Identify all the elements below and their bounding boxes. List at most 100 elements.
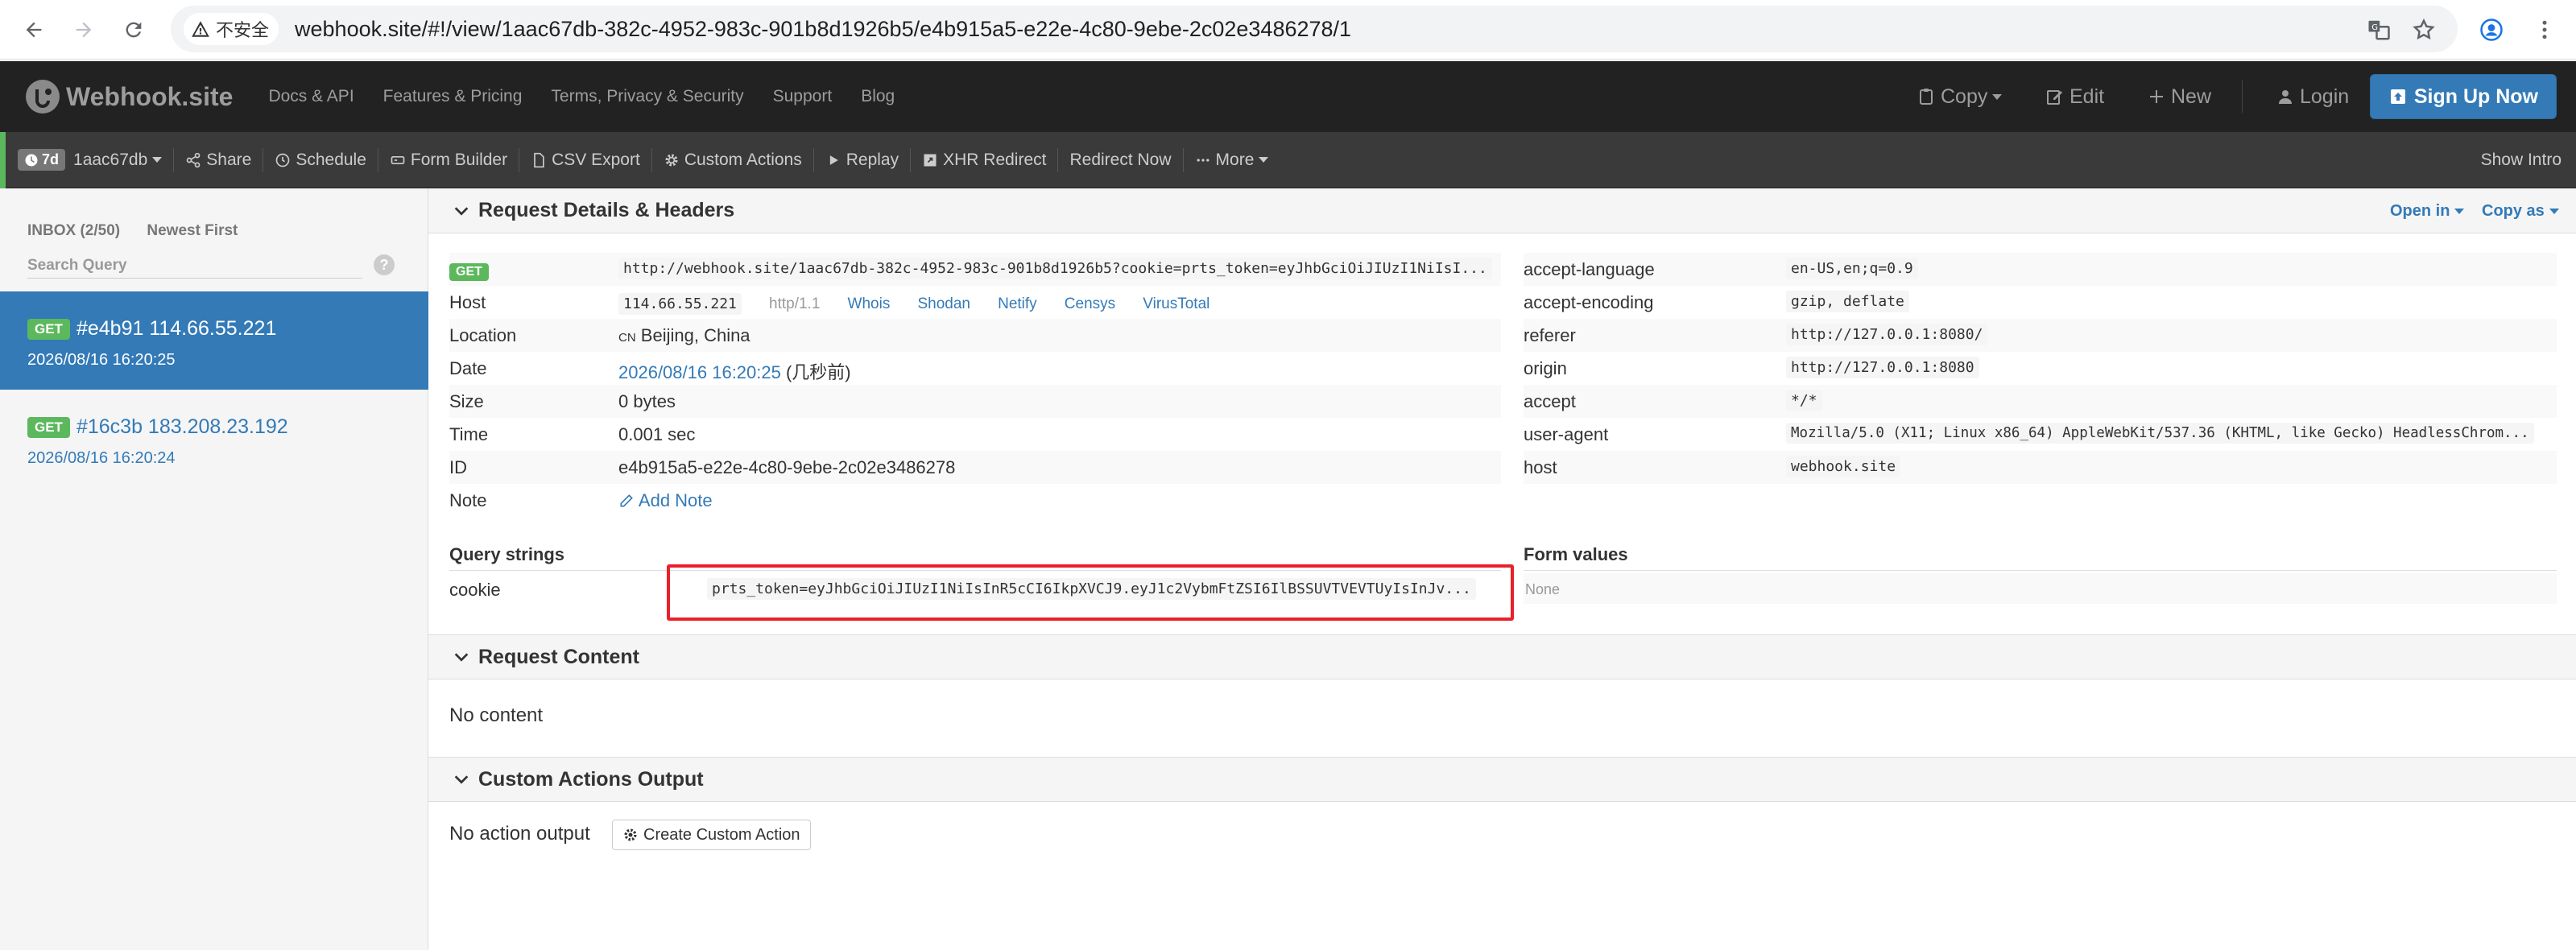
custom-actions-label: Custom Actions	[684, 150, 802, 169]
xhr-redirect-label: XHR Redirect	[943, 150, 1047, 169]
request-title: #16c3b 183.208.23.192	[76, 415, 288, 438]
svg-text:G: G	[2371, 23, 2378, 32]
back-button[interactable]	[18, 14, 50, 46]
host-value: 114.66.55.221 http/1.1 Whois Shodan Neti…	[618, 292, 1209, 315]
nav-support[interactable]: Support	[773, 87, 833, 106]
url-text[interactable]: webhook.site/#!/view/1aac67db-382c-4952-…	[295, 17, 1351, 42]
replay-button[interactable]: Replay	[825, 151, 899, 170]
address-bar[interactable]: 不安全 webhook.site/#!/view/1aac67db-382c-4…	[171, 6, 2458, 52]
edit-button[interactable]: Edit	[2045, 61, 2104, 132]
user-icon	[2279, 90, 2292, 104]
caret-down-icon	[2454, 208, 2465, 214]
form-values-value: None	[1524, 573, 2557, 604]
create-custom-action-button[interactable]: Create Custom Action	[612, 820, 811, 850]
bookmark-button[interactable]	[2408, 14, 2440, 46]
help-icon[interactable]: ?	[374, 254, 395, 275]
method-badge: GET	[27, 318, 70, 340]
browser-menu-button[interactable]	[2528, 14, 2561, 46]
caret-down-icon	[2549, 208, 2559, 214]
header-row: accept-language en-US,en;q=0.9	[1524, 253, 2557, 286]
request-list-item[interactable]: GET #16c3b 183.208.23.192 2026/08/16 16:…	[0, 390, 428, 488]
open-in-label: Open in	[2390, 201, 2450, 220]
custom-actions-button[interactable]: Custom Actions	[664, 151, 802, 170]
detail-row-date: Date 2026/08/16 16:20:25 (几秒前)	[449, 352, 1496, 385]
detail-row-location: Location CN Beijing, China	[449, 319, 1501, 352]
forward-button[interactable]	[68, 14, 100, 46]
header-value: gzip, deflate	[1786, 291, 1909, 312]
header-key: referer	[1524, 325, 1576, 345]
sign-up-icon	[2390, 89, 2405, 104]
new-button[interactable]: New	[2147, 61, 2211, 132]
token-dropdown[interactable]: 1aac67db	[73, 151, 163, 170]
location-value: CN Beijing, China	[618, 325, 750, 346]
toolbar-divider	[1182, 147, 1184, 172]
reload-button[interactable]	[118, 14, 150, 46]
external-link-icon	[924, 154, 937, 166]
form-icon	[391, 155, 405, 164]
translate-button[interactable]: G	[2363, 14, 2395, 46]
detail-row-size: Size 0 bytes	[449, 385, 1501, 418]
header-value: en-US,en;q=0.9	[1786, 258, 1918, 279]
request-list-item[interactable]: GET #e4b91 114.66.55.221 2026/08/16 16:2…	[0, 291, 428, 390]
method-badge: GET	[449, 263, 489, 281]
virustotal-link[interactable]: VirusTotal	[1143, 295, 1209, 312]
csv-export-button[interactable]: CSV Export	[531, 151, 640, 170]
xhr-redirect-button[interactable]: XHR Redirect	[922, 151, 1046, 170]
form-values-heading: Form values	[1524, 544, 1628, 564]
request-title: #e4b91 114.66.55.221	[76, 317, 277, 340]
login-button[interactable]: Login	[2276, 61, 2349, 132]
profile-button[interactable]	[2475, 14, 2508, 46]
open-in-dropdown[interactable]: Open in	[2390, 188, 2465, 233]
request-url[interactable]: http://webhook.site/1aac67db-382c-4952-9…	[618, 258, 1492, 279]
censys-link[interactable]: Censys	[1065, 295, 1115, 312]
copy-as-dropdown[interactable]: Copy as	[2482, 188, 2559, 233]
nav-features-pricing[interactable]: Features & Pricing	[383, 87, 523, 106]
request-content-body: No content	[449, 704, 544, 726]
custom-actions-header[interactable]: Custom Actions Output	[428, 757, 2576, 802]
request-timestamp: 2026/08/16 16:20:24	[27, 449, 176, 467]
request-details-header[interactable]: Request Details & Headers Open in Copy a…	[428, 188, 2576, 233]
more-dropdown[interactable]: More	[1195, 151, 1269, 170]
detail-row-time: Time 0.001 sec	[449, 418, 1496, 451]
request-summary: GET #16c3b 183.208.23.192	[27, 415, 288, 439]
schedule-button[interactable]: Schedule	[275, 151, 366, 170]
nav-docs-api[interactable]: Docs & API	[268, 87, 354, 106]
header-row: user-agent Mozilla/5.0 (X11; Linux x86_6…	[1524, 418, 2557, 451]
redirect-now-button[interactable]: Redirect Now	[1069, 151, 1171, 170]
section-title: Request Details & Headers	[478, 199, 735, 221]
add-note-link[interactable]: Add Note	[618, 490, 713, 511]
date-link[interactable]: 2026/08/16 16:20:25	[618, 362, 781, 382]
nav-blog[interactable]: Blog	[861, 87, 895, 106]
share-button[interactable]: Share	[185, 151, 251, 170]
header-key: user-agent	[1524, 424, 1609, 444]
sign-up-label: Sign Up Now	[2413, 85, 2538, 108]
clipboard-icon	[1920, 89, 1933, 105]
gear-icon	[665, 154, 678, 166]
request-timestamp: 2026/08/16 16:20:25	[27, 351, 176, 369]
expiry-badge[interactable]: 7d	[18, 149, 66, 171]
highlight-box	[667, 564, 1514, 621]
id-label: ID	[449, 457, 467, 477]
caret-down-icon	[1992, 93, 2003, 100]
translate-icon: G	[2368, 20, 2390, 40]
whois-link[interactable]: Whois	[848, 295, 891, 312]
show-intro-button[interactable]: Show Intro	[2481, 132, 2562, 188]
request-sidebar: INBOX (2/50) Newest First Search Query ?…	[0, 188, 428, 950]
security-indicator[interactable]: 不安全	[184, 13, 279, 45]
plus-icon	[2150, 90, 2163, 103]
site-logo[interactable]: Webhook.site	[26, 80, 233, 114]
nav-terms-privacy[interactable]: Terms, Privacy & Security	[551, 87, 743, 106]
sign-up-button[interactable]: Sign Up Now	[2369, 74, 2557, 119]
copy-dropdown[interactable]: Copy	[1916, 61, 2003, 132]
form-builder-label: Form Builder	[410, 150, 508, 169]
date-value: 2026/08/16 16:20:25 (几秒前)	[618, 358, 851, 384]
netify-link[interactable]: Netify	[998, 295, 1037, 312]
toolbar-divider	[812, 147, 814, 172]
caret-down-icon	[152, 157, 163, 163]
form-builder-button[interactable]: Form Builder	[390, 151, 507, 170]
shodan-link[interactable]: Shodan	[917, 295, 970, 312]
search-input[interactable]: Search Query	[27, 253, 362, 279]
date-label: Date	[449, 358, 487, 378]
sort-order-toggle[interactable]: Newest First	[147, 222, 238, 239]
request-content-header[interactable]: Request Content	[428, 634, 2576, 679]
